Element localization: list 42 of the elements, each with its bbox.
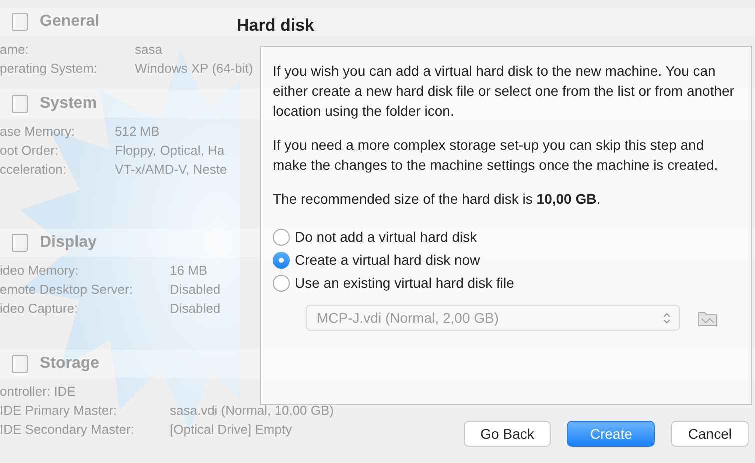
detail-value: VT-x/AMD-V, Neste [115, 162, 228, 179]
radio-button[interactable] [273, 274, 290, 292]
section-title: Storage [40, 355, 100, 373]
section-icon [12, 95, 28, 113]
detail-label: IDE Primary Master: [0, 403, 118, 420]
detail-label: emote Desktop Server: [0, 282, 134, 299]
radio-button[interactable] [273, 252, 290, 268]
detail-value: sasa [135, 42, 162, 59]
detail-value: Disabled [170, 282, 221, 299]
section-title: System [40, 95, 97, 113]
instruction-text: If you need a more complex storage set-up you can skip this step and make the changes to the machine settings once the machine is created. [273, 136, 720, 175]
section-title: Display [40, 234, 97, 252]
section-icon [12, 234, 28, 252]
detail-value: Disabled [170, 301, 221, 318]
detail-label: ideo Memory: [0, 263, 80, 280]
detail-value: 512 MB [115, 124, 160, 141]
stepper-icon [663, 312, 671, 324]
detail-label: ontroller: IDE [0, 384, 77, 401]
detail-label: IDE Secondary Master: [0, 422, 136, 439]
instruction-text: If you wish you can add a virtual hard disk to the new machine. You can either create a new hard disk file or select one from the list or from another location using the folder icon. [273, 62, 736, 121]
dialog-button[interactable]: Go Back [464, 421, 552, 447]
detail-label: ideo Capture: [0, 301, 80, 318]
radio-option[interactable]: Create a virtual hard disk now [273, 250, 739, 270]
detail-label: cceleration: [0, 162, 68, 179]
radio-button[interactable] [273, 228, 290, 246]
detail-value: Windows XP (64-bit) [135, 61, 254, 78]
section-icon [12, 355, 28, 373]
detail-value: Floppy, Optical, Ha [115, 143, 225, 160]
detail-label: ame: [0, 42, 30, 59]
section-title: General [40, 13, 100, 31]
section-icon [12, 13, 28, 31]
detail-value: sasa.vdi (Normal, 10,00 GB) [170, 403, 334, 420]
dialog-button[interactable]: Cancel [671, 421, 749, 447]
detail-label: oot Order: [0, 143, 60, 160]
radio-option[interactable]: Do not add a virtual hard disk [273, 227, 739, 247]
detail-value: [Optical Drive] Empty [170, 422, 292, 439]
dialog-title: Hard disk [236, 15, 316, 37]
detail-value: 16 MB [170, 263, 208, 280]
detail-label: perating System: [0, 61, 99, 78]
radio-option[interactable]: Use an existing virtual hard disk file [273, 273, 739, 293]
instruction-text: The recommended size of the hard disk is 10,00 GB. [273, 190, 602, 209]
detail-label: ase Memory: [0, 124, 76, 141]
